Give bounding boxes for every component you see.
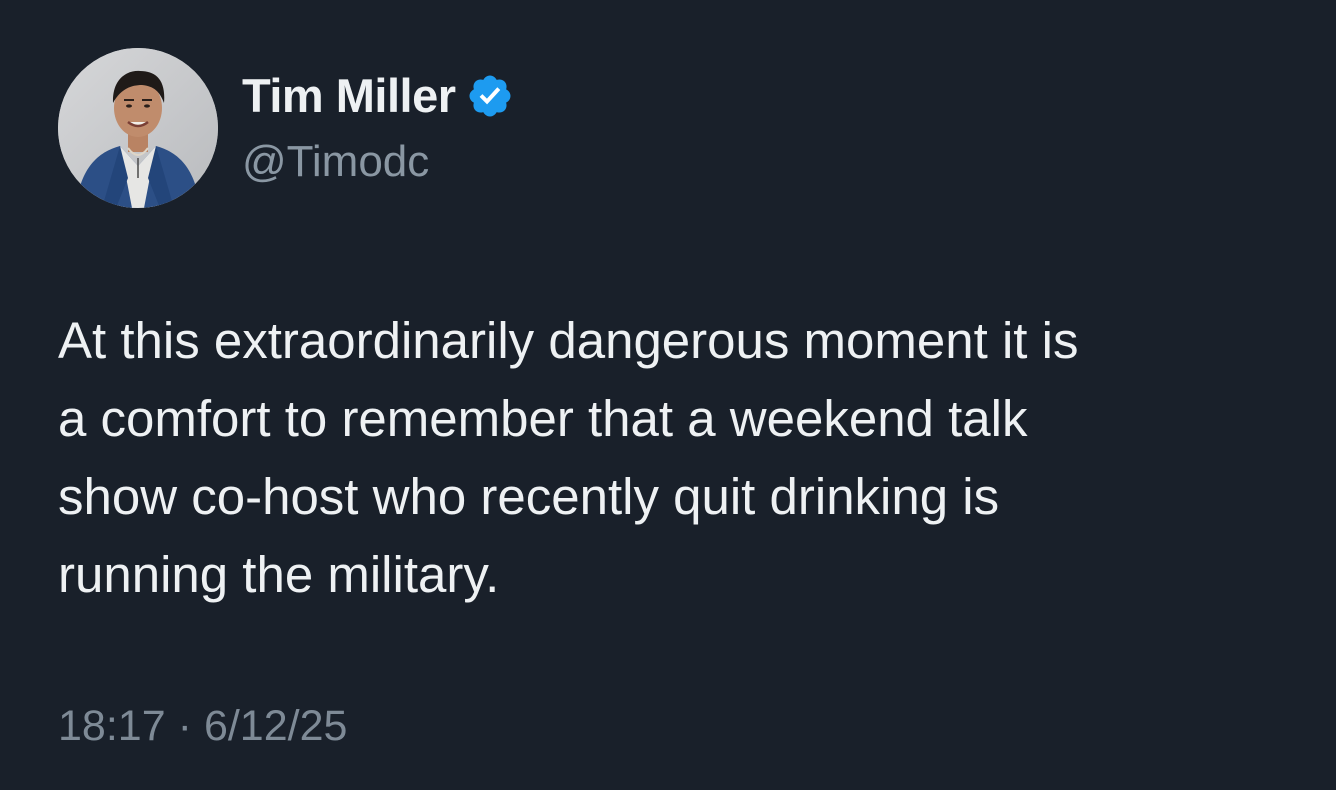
author-display-name[interactable]: Tim Miller <box>242 66 456 126</box>
tweet-time: 18:17 <box>58 702 166 750</box>
tweet-timestamp[interactable]: 18:17 · 6/12/25 <box>58 696 347 756</box>
tweet-card: Tim Miller @Timodc At this extraordinari… <box>0 0 1336 790</box>
verified-badge-icon <box>466 72 514 120</box>
meta-separator: · <box>177 702 192 750</box>
tweet-text: At this extraordinarily dangerous moment… <box>58 312 1079 603</box>
author-name-row: Tim Miller <box>242 66 514 126</box>
tweet-date: 6/12/25 <box>203 702 348 750</box>
avatar-photo <box>58 48 218 208</box>
author-avatar[interactable] <box>58 48 218 208</box>
author-handle[interactable]: @Timodc <box>242 134 429 190</box>
